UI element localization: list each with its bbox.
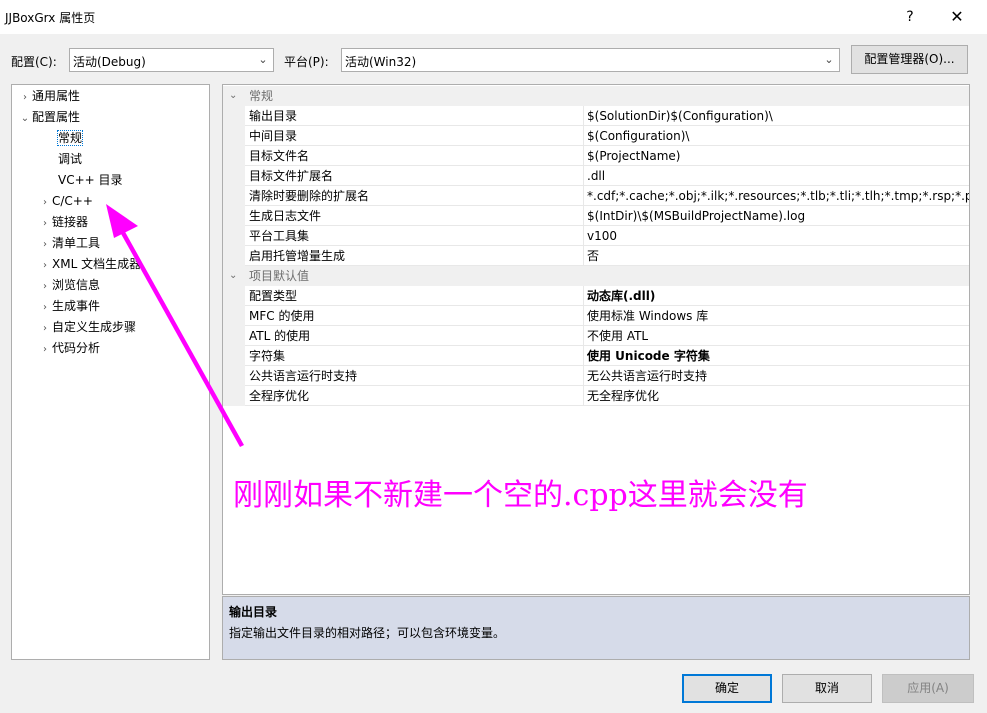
property-row-use-of-atl[interactable]: ATL 的使用 不使用 ATL: [223, 326, 969, 346]
chevron-down-icon[interactable]: ⌄: [229, 86, 237, 106]
tree-item-code-analysis[interactable]: › 代码分析: [38, 338, 100, 358]
tree-item-xml-doc-generator[interactable]: › XML 文档生成器: [38, 254, 141, 274]
property-row-output-directory[interactable]: 输出目录 $(SolutionDir)$(Configuration)\: [223, 106, 969, 126]
chevron-right-icon[interactable]: ›: [38, 256, 52, 276]
description-text: 指定输出文件目录的相对路径；可以包含环境变量。: [229, 626, 506, 640]
cancel-button[interactable]: 取消: [782, 674, 872, 703]
property-row-clean-extensions[interactable]: 清除时要删除的扩展名 *.cdf;*.cache;*.obj;*.ilk;*.r…: [223, 186, 969, 206]
chevron-right-icon[interactable]: ›: [38, 235, 52, 255]
description-panel: 输出目录 指定输出文件目录的相对路径；可以包含环境变量。: [222, 596, 970, 660]
property-tree: › 通用属性 ⌄ 配置属性 常规 调试 VC++ 目录 › C/C++ › 链接器 › 清…: [11, 84, 210, 660]
property-row-intermediate-directory[interactable]: 中间目录 $(Configuration)\: [223, 126, 969, 146]
apply-button[interactable]: 应用(A): [882, 674, 974, 703]
tree-item-build-events[interactable]: › 生成事件: [38, 296, 100, 316]
tree-item-c-cpp[interactable]: › C/C++: [38, 191, 93, 211]
chevron-right-icon[interactable]: ›: [38, 214, 52, 234]
config-value: 活动(Debug): [73, 55, 146, 69]
property-row-target-name[interactable]: 目标文件名 $(ProjectName): [223, 146, 969, 166]
tree-item-custom-build-step[interactable]: › 自定义生成步骤: [38, 317, 136, 337]
window-title: JJBoxGrx 属性页: [5, 11, 96, 25]
category-header-general[interactable]: ⌄ 常规: [223, 86, 969, 106]
property-row-configuration-type[interactable]: 配置类型 动态库(.dll): [223, 286, 969, 306]
property-grid: ⌄ 常规 输出目录 $(SolutionDir)$(Configuration)…: [222, 84, 970, 595]
ok-button[interactable]: 确定: [682, 674, 772, 703]
chevron-down-icon[interactable]: ⌄: [18, 109, 32, 129]
property-row-target-extension[interactable]: 目标文件扩展名 .dll: [223, 166, 969, 186]
tree-item-linker[interactable]: › 链接器: [38, 212, 88, 232]
tree-item-configuration-properties[interactable]: ⌄ 配置属性: [18, 107, 80, 127]
chevron-right-icon[interactable]: ›: [38, 340, 52, 360]
property-row-platform-toolset[interactable]: 平台工具集 v100: [223, 226, 969, 246]
tree-item-vc-directories[interactable]: VC++ 目录: [58, 170, 123, 190]
platform-dropdown[interactable]: 活动(Win32) ⌄: [341, 48, 840, 72]
tree-item-debugging[interactable]: 调试: [58, 149, 82, 169]
tree-item-browse-info[interactable]: › 浏览信息: [38, 275, 100, 295]
chevron-down-icon[interactable]: ⌄: [229, 266, 237, 286]
tree-item-common-properties[interactable]: › 通用属性: [18, 86, 80, 106]
annotation-text: 刚刚如果不新建一个空的.cpp这里就会没有: [233, 478, 808, 513]
property-row-clr-support[interactable]: 公共语言运行时支持 无公共语言运行时支持: [223, 366, 969, 386]
tree-item-manifest-tool[interactable]: › 清单工具: [38, 233, 100, 253]
platform-value: 活动(Win32): [345, 55, 417, 69]
chevron-right-icon[interactable]: ›: [38, 298, 52, 318]
description-title: 输出目录: [229, 605, 278, 619]
chevron-right-icon[interactable]: ›: [18, 88, 32, 108]
chevron-right-icon[interactable]: ›: [38, 277, 52, 297]
chevron-down-icon: ⌄: [824, 53, 834, 66]
close-button[interactable]: ✕: [940, 4, 974, 30]
chevron-right-icon[interactable]: ›: [38, 319, 52, 339]
property-row-build-log-file[interactable]: 生成日志文件 $(IntDir)\$(MSBuildProjectName).l…: [223, 206, 969, 226]
property-row-managed-incremental-build[interactable]: 启用托管增量生成 否: [223, 246, 969, 266]
help-button[interactable]: ?: [896, 4, 924, 30]
title-bar: JJBoxGrx 属性页 ? ✕: [0, 0, 987, 34]
chevron-right-icon[interactable]: ›: [38, 193, 52, 213]
chevron-down-icon: ⌄: [258, 53, 268, 66]
config-manager-button[interactable]: 配置管理器(O)...: [851, 45, 968, 74]
tree-item-general[interactable]: 常规: [56, 128, 84, 148]
platform-label: 平台(P):: [284, 55, 329, 69]
category-header-project-defaults[interactable]: ⌄ 项目默认值: [223, 266, 969, 286]
property-row-use-of-mfc[interactable]: MFC 的使用 使用标准 Windows 库: [223, 306, 969, 326]
config-label: 配置(C):: [11, 55, 57, 69]
config-dropdown[interactable]: 活动(Debug) ⌄: [69, 48, 274, 72]
property-row-whole-program-optimization[interactable]: 全程序优化 无全程序优化: [223, 386, 969, 406]
property-row-character-set[interactable]: 字符集 使用 Unicode 字符集: [223, 346, 969, 366]
